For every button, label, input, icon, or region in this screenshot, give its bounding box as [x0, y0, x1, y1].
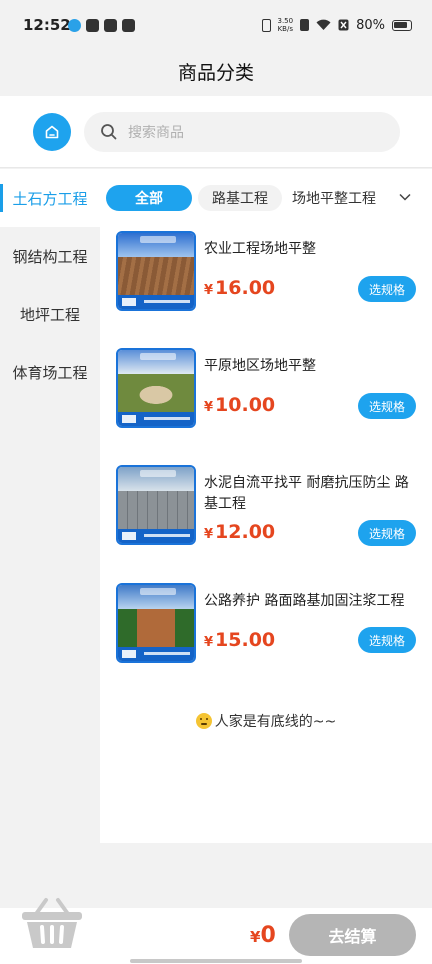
category-stadium[interactable]: 体育场工程 — [0, 343, 100, 401]
product-image — [116, 348, 196, 428]
product-item[interactable]: 公路养护 路面路基加固注浆工程 ¥15.00 选规格 — [116, 583, 416, 665]
wifi-icon — [316, 19, 331, 30]
product-panel: 全部 路基工程 场地平整工程 农业工程场地平整 ¥16.00 选规格 平原地区场… — [100, 169, 432, 843]
category-flooring[interactable]: 地坪工程 — [0, 285, 100, 343]
product-price: ¥10.00 — [204, 394, 276, 416]
sim-icon — [300, 19, 310, 31]
product-name: 平原地区场地平整 — [204, 358, 316, 374]
cart-total: ¥0 — [250, 923, 276, 948]
search-bar: 搜索商品 — [0, 96, 432, 168]
checkout-button[interactable]: 去结算 — [289, 914, 416, 956]
status-bar: 12:52 3.50 KB/s 80% — [0, 0, 432, 50]
subcategory-tabs: 全部 路基工程 场地平整工程 — [100, 169, 432, 227]
network-speed: 3.50 KB/s — [277, 17, 294, 33]
product-name: 水泥自流平找平 耐磨抗压防尘 路基工程 — [204, 475, 409, 512]
search-input[interactable]: 搜索商品 — [84, 112, 400, 152]
tab-all[interactable]: 全部 — [106, 185, 192, 211]
page-header: 商品分类 — [0, 50, 432, 96]
product-image — [116, 465, 196, 545]
tab-site-leveling[interactable]: 场地平整工程 — [288, 185, 380, 211]
notification-icons — [68, 19, 135, 32]
sad-face-icon — [195, 713, 212, 729]
home-indicator — [130, 959, 302, 963]
product-price: ¥12.00 — [204, 521, 276, 543]
product-image — [116, 583, 196, 663]
battery-percent: 80% — [356, 17, 385, 33]
cart-bar: ¥0 去结算 — [0, 898, 432, 964]
product-item[interactable]: 农业工程场地平整 ¥16.00 选规格 — [116, 231, 416, 313]
product-item[interactable]: 平原地区场地平整 ¥10.00 选规格 — [116, 348, 416, 430]
select-spec-button[interactable]: 选规格 — [358, 520, 416, 546]
product-name: 农业工程场地平整 — [204, 241, 316, 257]
mute-icon — [338, 19, 349, 31]
battery-icon — [392, 19, 412, 31]
select-spec-button[interactable]: 选规格 — [358, 276, 416, 302]
page-title: 商品分类 — [177, 62, 254, 84]
status-right: 3.50 KB/s 80% — [261, 17, 412, 33]
home-icon — [45, 125, 59, 139]
home-button[interactable] — [33, 113, 71, 151]
product-price: ¥16.00 — [204, 277, 276, 299]
product-item[interactable]: 水泥自流平找平 耐磨抗压防尘 路基工程 ¥12.00 选规格 — [116, 465, 416, 547]
status-time: 12:52 — [23, 16, 71, 34]
category-sidebar: 土石方工程 钢结构工程 地坪工程 体育场工程 — [0, 169, 100, 909]
search-icon — [101, 124, 117, 140]
end-of-list-note: 人家是有底线的~~ — [100, 711, 432, 731]
search-placeholder: 搜索商品 — [128, 125, 184, 141]
vibrate-icon — [261, 18, 271, 32]
category-steel-structure[interactable]: 钢结构工程 — [0, 227, 100, 285]
select-spec-button[interactable]: 选规格 — [358, 393, 416, 419]
tab-roadbed[interactable]: 路基工程 — [198, 185, 282, 211]
product-image — [116, 231, 196, 311]
product-price: ¥15.00 — [204, 629, 276, 651]
category-earthwork[interactable]: 土石方工程 — [0, 169, 100, 227]
product-name: 公路养护 路面路基加固注浆工程 — [204, 593, 405, 609]
select-spec-button[interactable]: 选规格 — [358, 627, 416, 653]
chevron-down-icon[interactable] — [398, 190, 412, 204]
shopping-basket-icon[interactable] — [20, 894, 84, 950]
end-of-list-text: 人家是有底线的~~ — [214, 714, 337, 730]
